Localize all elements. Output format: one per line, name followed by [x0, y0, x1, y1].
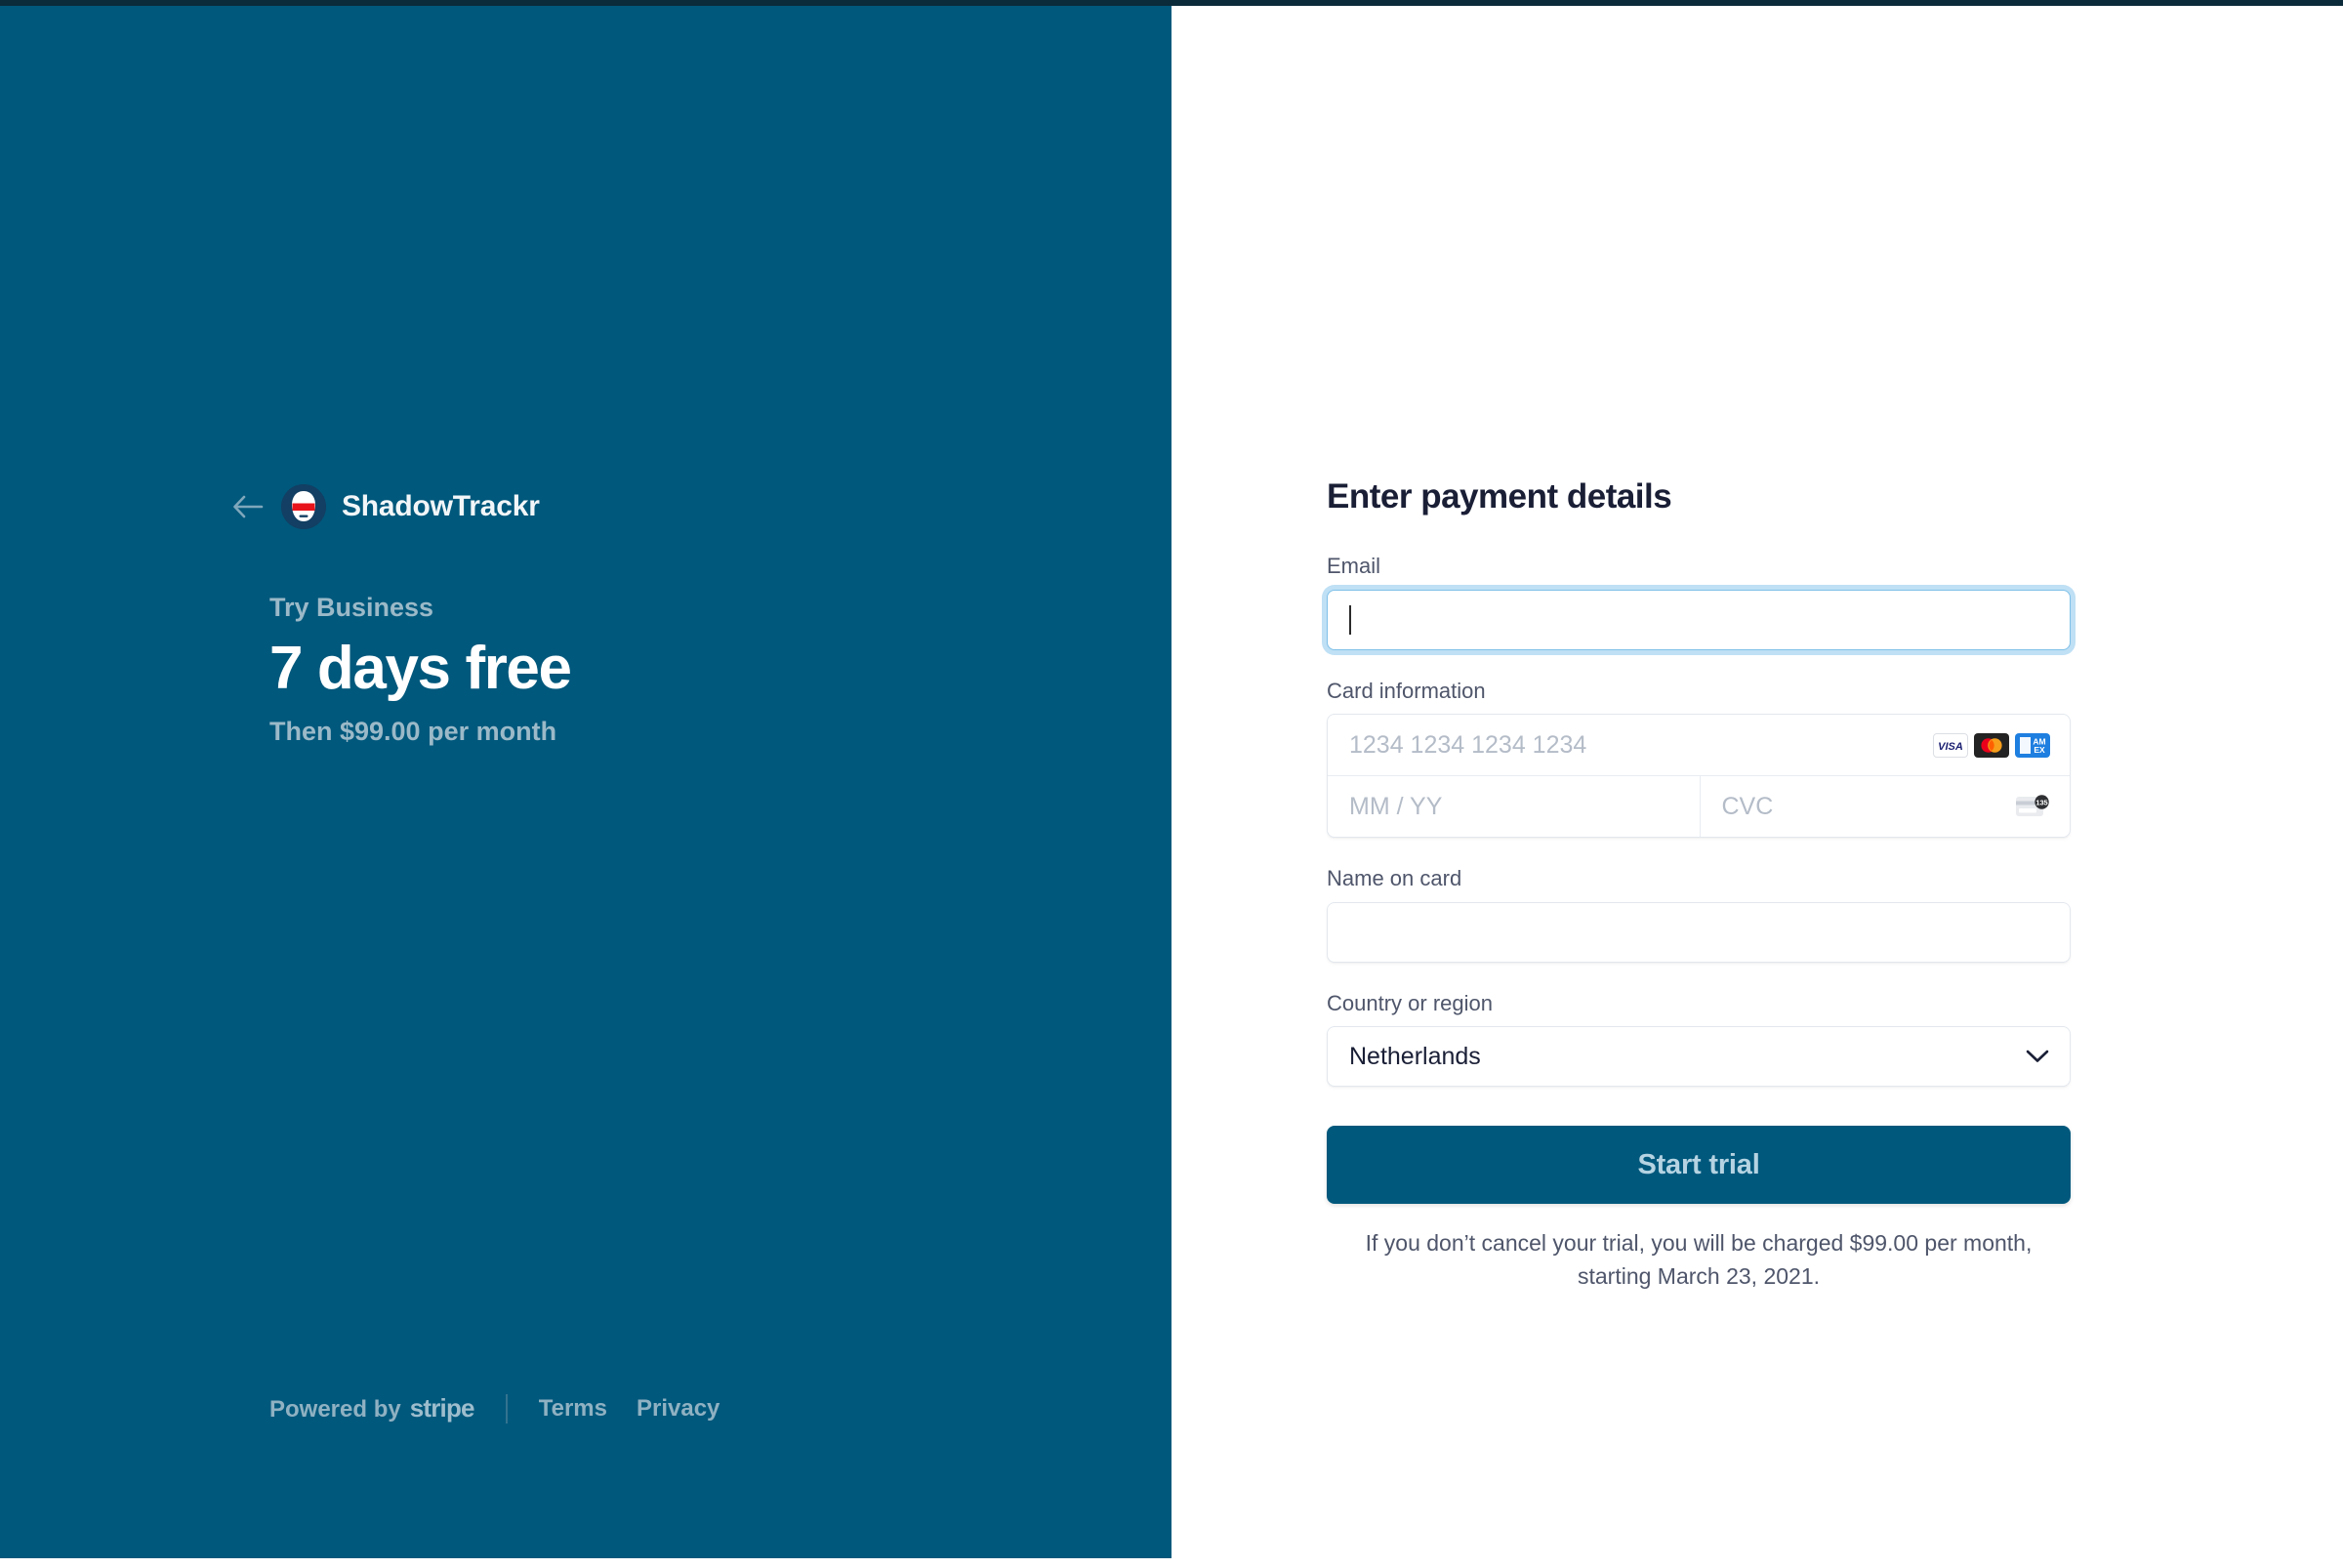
cvc-card-icon: 135 [2015, 794, 2050, 819]
powered-by-text: Powered by [269, 1396, 401, 1423]
payment-form: Enter payment details Email Card informa… [1327, 476, 2071, 1293]
card-expiry-placeholder: MM / YY [1349, 792, 1443, 820]
email-field-group: Email [1327, 553, 2071, 650]
card-expiry-cvc-row: MM / YY CVC 135 [1328, 776, 2071, 838]
card-cvc-input[interactable]: CVC 135 [1701, 776, 2071, 837]
terms-link[interactable]: Terms [539, 1395, 607, 1423]
brand-name: ShadowTrackr [342, 490, 540, 522]
country-label: Country or region [1327, 990, 1493, 1015]
powered-by-stripe[interactable]: Powered by stripe [269, 1393, 475, 1424]
left-summary-panel: ShadowTrackr Try Business 7 days free Th… [0, 6, 1172, 1558]
trial-price-note: Then $99.00 per month [269, 717, 557, 747]
back-arrow-icon[interactable] [230, 489, 266, 524]
left-footer: Powered by stripe Terms Privacy [269, 1393, 719, 1424]
trial-plan-label: Try Business [269, 593, 434, 622]
country-selected-value: Netherlands [1349, 1042, 1481, 1070]
footer-divider [505, 1393, 508, 1424]
svg-text:VISA: VISA [1938, 741, 1963, 753]
trial-disclaimer: If you don’t cancel your trial, you will… [1365, 1230, 2033, 1289]
svg-text:135: 135 [2035, 799, 2047, 807]
stripe-wordmark: stripe [409, 1393, 475, 1423]
amex-icon: AM EX [2015, 732, 2050, 758]
country-field-group: Country or region Netherlands [1327, 990, 2071, 1088]
trial-headline: 7 days free [269, 635, 572, 703]
visa-icon: VISA [1933, 732, 1968, 758]
trial-summary: Try Business 7 days free Then $99.00 per… [269, 592, 1050, 749]
name-on-card-label: Name on card [1327, 866, 1462, 891]
card-number-input[interactable]: 1234 1234 1234 1234 VISA AM EX [1328, 715, 2070, 777]
card-cvc-placeholder: CVC [1721, 792, 1774, 820]
text-caret [1349, 604, 1351, 635]
mastercard-icon [1974, 732, 2009, 758]
name-on-card-field-group: Name on card [1327, 865, 2071, 963]
start-trial-button[interactable]: Start trial [1327, 1126, 2071, 1205]
card-input-block: 1234 1234 1234 1234 VISA AM EX MM / YY C… [1327, 714, 2071, 839]
card-number-placeholder: 1234 1234 1234 1234 [1349, 730, 1587, 759]
shadowtrackr-logo-icon [281, 484, 326, 529]
privacy-link[interactable]: Privacy [637, 1395, 719, 1423]
svg-text:EX: EX [2034, 745, 2045, 755]
right-payment-panel: Enter payment details Email Card informa… [1172, 6, 2343, 1568]
email-label: Email [1327, 554, 1381, 578]
card-information-label: Card information [1327, 678, 1486, 703]
chevron-down-icon [2025, 1049, 2050, 1064]
card-expiry-input[interactable]: MM / YY [1328, 776, 1701, 838]
country-select[interactable]: Netherlands [1327, 1026, 2071, 1088]
name-on-card-input[interactable] [1327, 901, 2071, 963]
checkout-page: ShadowTrackr Try Business 7 days free Th… [0, 0, 2343, 1568]
card-brand-icons: VISA AM EX [1933, 732, 2050, 758]
brand-header: ShadowTrackr [230, 484, 540, 529]
page-title: Enter payment details [1327, 477, 1672, 516]
email-input[interactable] [1327, 589, 2071, 650]
card-field-group: Card information 1234 1234 1234 1234 VIS… [1327, 678, 2071, 839]
